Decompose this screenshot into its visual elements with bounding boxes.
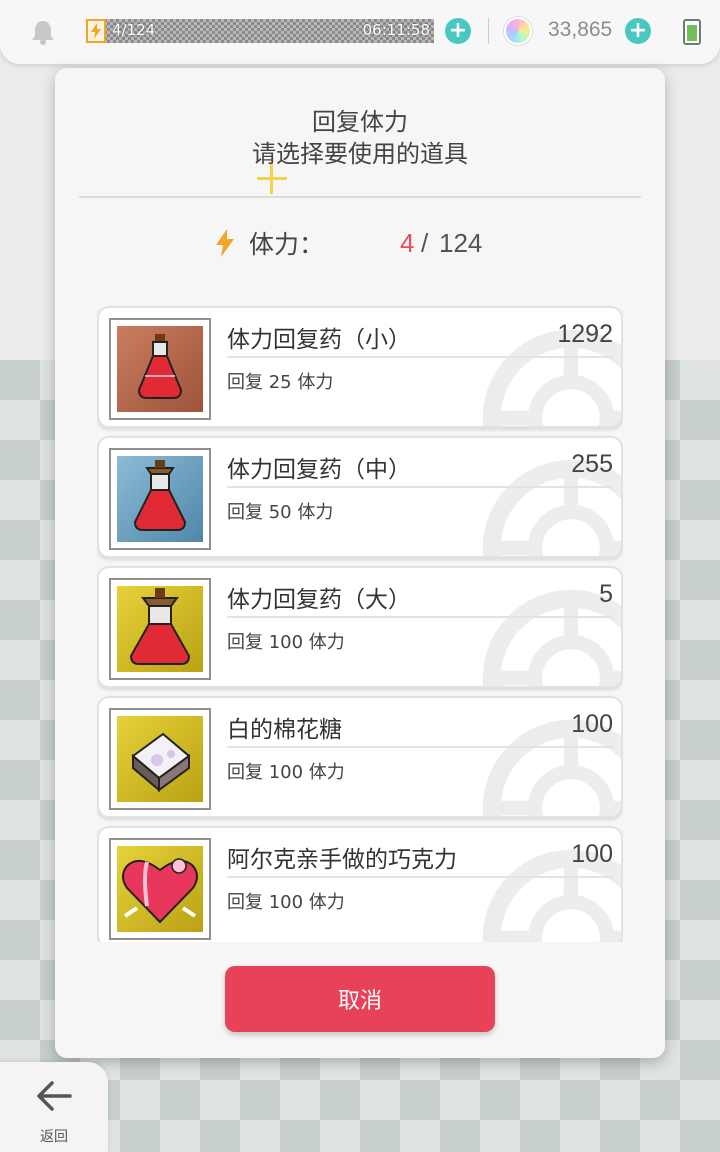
list-item[interactable]: 体力回复药（中） 255 回复 50 体力 — [97, 436, 623, 558]
item-count: 1292 — [557, 320, 613, 348]
item-thumbnail — [109, 578, 211, 680]
dialog-subtitle: 请选择要使用的道具 — [252, 140, 468, 168]
item-description: 回复 100 体力 — [227, 762, 345, 783]
currency-amount: 33,865 — [548, 18, 613, 41]
back-label: 返回 — [40, 1129, 68, 1145]
item-description: 回复 100 体力 — [227, 632, 345, 653]
stamina-max: 124 — [439, 228, 483, 258]
divider — [227, 616, 613, 618]
bell-icon[interactable] — [28, 18, 58, 46]
divider — [227, 876, 613, 878]
battery-icon — [683, 19, 701, 45]
recover-stamina-dialog: 回复体力 请选择要使用的道具 体力： 4 / 124 体力回复药（小） 1292… — [55, 68, 665, 1058]
potion-small-icon — [117, 326, 203, 412]
stamina-bar: 4/124 06:11:58 — [86, 19, 434, 43]
item-description: 回复 50 体力 — [227, 502, 334, 523]
item-description: 回复 100 体力 — [227, 892, 345, 913]
potion-large-icon — [117, 586, 203, 672]
stamina-separator: / — [421, 228, 429, 258]
list-item[interactable]: 体力回复药（大） 5 回复 100 体力 — [97, 566, 623, 688]
item-thumbnail — [109, 708, 211, 810]
dialog-title: 回复体力 — [312, 108, 408, 136]
stamina-timer: 06:11:58 — [362, 21, 430, 39]
bolt-icon — [86, 19, 106, 43]
item-name: 体力回复药（大） — [227, 587, 411, 613]
gem-icon — [504, 17, 532, 45]
item-name: 体力回复药（小） — [227, 327, 411, 353]
divider — [79, 196, 641, 198]
top-status-bar: 4/124 06:11:58 + 33,865 + — [0, 0, 720, 64]
item-thumbnail — [109, 838, 211, 940]
divider — [227, 356, 613, 358]
add-currency-button[interactable]: + — [625, 18, 651, 44]
divider — [227, 486, 613, 488]
item-count: 100 — [571, 710, 613, 738]
list-item[interactable]: 阿尔克亲手做的巧克力 100 回复 100 体力 — [97, 826, 623, 942]
item-count: 255 — [571, 450, 613, 478]
add-stamina-button[interactable]: + — [445, 18, 471, 44]
heart-chocolate-icon — [117, 846, 203, 932]
potion-medium-icon — [117, 456, 203, 542]
item-count: 5 — [599, 580, 613, 608]
stamina-current: 4 — [400, 228, 415, 258]
divider — [227, 746, 613, 748]
marshmallow-icon — [117, 716, 203, 802]
item-list[interactable]: 体力回复药（小） 1292 回复 25 体力 体力回复药（中） 255 回复 5… — [97, 306, 623, 942]
back-button[interactable]: 返回 — [0, 1062, 108, 1152]
item-thumbnail — [109, 318, 211, 420]
stamina-row: 体力： — [215, 228, 325, 259]
stamina-label: 体力： — [249, 230, 325, 259]
stamina-bar-value: 4/124 — [112, 21, 156, 39]
item-name: 体力回复药（中） — [227, 457, 411, 483]
item-description: 回复 25 体力 — [227, 372, 334, 393]
cancel-button[interactable]: 取消 — [225, 966, 495, 1032]
bolt-icon — [216, 229, 234, 257]
list-item[interactable]: 白的棉花糖 100 回复 100 体力 — [97, 696, 623, 818]
list-item[interactable]: 体力回复药（小） 1292 回复 25 体力 — [97, 306, 623, 428]
item-count: 100 — [571, 840, 613, 868]
divider — [488, 18, 489, 44]
item-name: 阿尔克亲手做的巧克力 — [227, 847, 457, 873]
sparkle-icon — [257, 164, 287, 194]
item-name: 白的棉花糖 — [227, 717, 342, 743]
item-thumbnail — [109, 448, 211, 550]
arrow-left-icon — [37, 1081, 72, 1111]
